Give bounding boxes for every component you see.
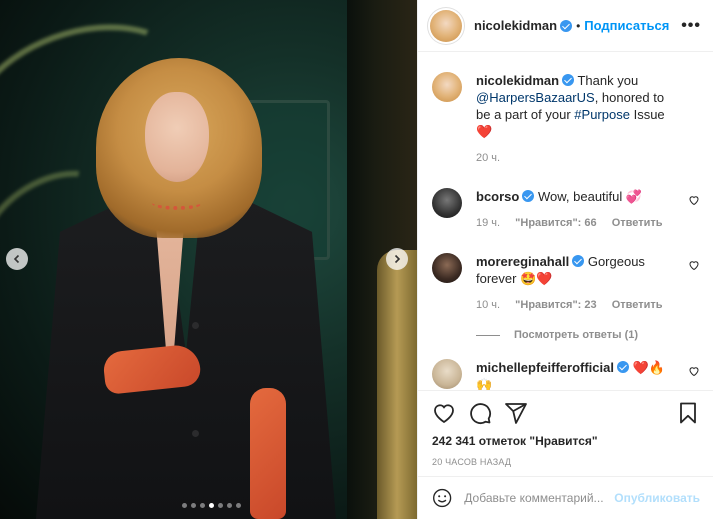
chevron-right-icon xyxy=(394,254,401,264)
comment-item: morereginahall Gorgeous forever 🤩❤️ 10 ч… xyxy=(432,253,700,311)
necklace xyxy=(152,196,202,210)
share-icon[interactable] xyxy=(504,401,528,425)
comment-text: Wow, beautiful xyxy=(537,189,623,204)
comment-emoji: 💞 xyxy=(625,189,643,204)
likes-count[interactable]: 242 341 отметок "Нравится" xyxy=(432,434,700,448)
caption-text: Thank you xyxy=(577,73,639,88)
view-replies-button[interactable]: Посмотреть ответы (1) xyxy=(476,329,700,341)
avatar[interactable] xyxy=(432,253,462,283)
post-time[interactable]: 20 часов назад xyxy=(432,457,700,467)
red-glove xyxy=(250,388,286,519)
comment-time[interactable]: 19 ч. xyxy=(476,217,500,229)
carousel-dot xyxy=(227,503,232,508)
comment-username[interactable]: michellepfeifferofficial xyxy=(476,360,614,375)
reply-button[interactable]: Ответить xyxy=(612,299,663,311)
follow-button[interactable]: Подписаться xyxy=(584,18,669,33)
bookmark-icon[interactable] xyxy=(676,401,700,425)
comment-emoji: 🤩❤️ xyxy=(520,271,553,286)
carousel-dot xyxy=(182,503,187,508)
caption-time[interactable]: 20 ч. xyxy=(476,152,500,164)
avatar[interactable] xyxy=(432,188,462,218)
comment-time[interactable]: 10 ч. xyxy=(476,299,500,311)
comments-list[interactable]: nicolekidman Thank you @HarpersBazaarUS,… xyxy=(418,52,713,390)
post-side-panel: nicolekidman • Подписаться ••• nicolekid… xyxy=(417,0,713,519)
comment-likes[interactable]: "Нравится": 66 xyxy=(515,217,596,229)
portrait xyxy=(0,0,417,519)
avatar[interactable] xyxy=(430,9,462,42)
dot-separator: • xyxy=(576,18,581,33)
face xyxy=(145,92,209,182)
header-username[interactable]: nicolekidman xyxy=(474,18,557,33)
carousel-dot xyxy=(218,503,223,508)
mention-link[interactable]: @HarpersBazaarUS xyxy=(476,90,595,105)
heart-emoji: ❤️ xyxy=(476,124,493,139)
verified-icon xyxy=(522,190,535,202)
heart-icon[interactable] xyxy=(432,401,456,425)
carousel-dot xyxy=(200,503,205,508)
carousel-prev-button[interactable] xyxy=(6,248,28,270)
comment-likes[interactable]: "Нравится": 23 xyxy=(515,299,596,311)
chevron-left-icon xyxy=(13,254,20,264)
heart-icon[interactable] xyxy=(688,365,700,377)
view-replies-label: Посмотреть ответы (1) xyxy=(514,329,639,341)
verified-icon xyxy=(616,361,629,373)
caption-text: Issue xyxy=(633,107,665,122)
caption: nicolekidman Thank you @HarpersBazaarUS,… xyxy=(432,72,700,164)
verified-icon xyxy=(560,19,573,32)
carousel-dot xyxy=(236,503,241,508)
add-comment-bar: Опубликовать xyxy=(418,476,713,519)
comment-username[interactable]: morereginahall xyxy=(476,254,569,269)
comment-item: bcorso Wow, beautiful 💞 19 ч. "Нравится"… xyxy=(432,188,700,229)
carousel-dot xyxy=(209,503,214,508)
carousel-next-button[interactable] xyxy=(386,248,408,270)
heart-icon[interactable] xyxy=(688,194,700,206)
more-icon[interactable]: ••• xyxy=(681,17,701,35)
coat-button xyxy=(192,322,199,329)
verified-icon xyxy=(562,74,575,86)
comment-username[interactable]: bcorso xyxy=(476,189,519,204)
post-photo[interactable] xyxy=(0,0,417,519)
verified-icon xyxy=(572,255,585,267)
publish-button[interactable]: Опубликовать xyxy=(614,491,700,505)
avatar[interactable] xyxy=(432,72,462,102)
post-header: nicolekidman • Подписаться ••• xyxy=(418,0,713,52)
heart-icon[interactable] xyxy=(688,259,700,271)
caption-username[interactable]: nicolekidman xyxy=(476,73,559,88)
post-actions: 242 341 отметок "Нравится" 20 часов наза… xyxy=(418,390,713,467)
comment-icon[interactable] xyxy=(468,401,492,425)
coat-button xyxy=(192,430,199,437)
emoji-icon[interactable] xyxy=(432,487,452,509)
comment-input[interactable] xyxy=(464,491,615,505)
carousel-indicator xyxy=(182,503,241,508)
carousel-dot xyxy=(191,503,196,508)
replies-divider xyxy=(476,334,500,336)
reply-button[interactable]: Ответить xyxy=(612,217,663,229)
hashtag-link[interactable]: #Purpose xyxy=(574,107,630,122)
avatar[interactable] xyxy=(432,359,462,389)
comment-item: michellepfeifferofficial ❤️🔥🙌 xyxy=(432,359,700,390)
